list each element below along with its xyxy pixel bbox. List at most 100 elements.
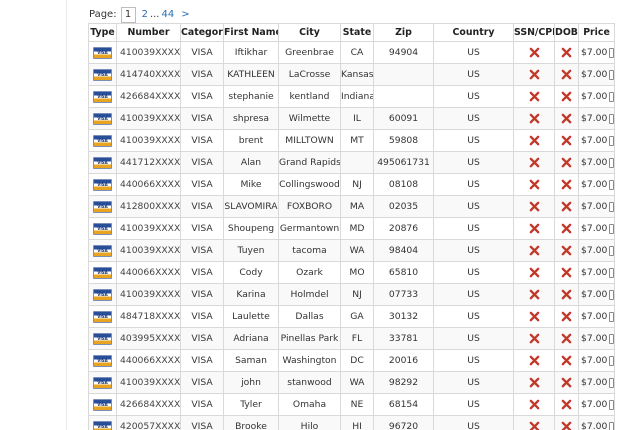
header-first-name: First Name [223,23,279,42]
cell-zip: 02035 [373,195,434,218]
visa-card-icon: VISA [93,420,112,430]
x-icon [561,179,572,190]
visa-card-icon: VISA [93,68,112,81]
cell-type: VISA [88,195,117,218]
cell-price: $7.00 [578,129,615,152]
cell-category: VISA [180,393,224,416]
cell-state: GA [340,305,374,328]
select-checkbox[interactable] [609,179,614,190]
cell-country: US [433,327,514,350]
visa-card-icon: VISA [93,376,112,389]
cell-dob [554,151,579,174]
select-checkbox[interactable] [609,223,614,234]
cell-state: MD [340,217,374,240]
x-icon [529,333,540,344]
price-value: $7.00 [581,267,608,278]
price-value: $7.00 [581,355,608,366]
price-value: $7.00 [581,179,608,190]
cell-number: 441712XXXXXX [116,151,181,174]
cell-state: MT [340,129,374,152]
cell-number: 410039XXXXXX [116,283,181,306]
cell-state: MO [340,261,374,284]
visa-card-icon: VISA [93,398,112,411]
card-brand-text: VISA [97,115,108,121]
x-icon [529,245,540,256]
pagination-current-page[interactable]: 1 [120,6,136,23]
x-icon [561,289,572,300]
cell-price: $7.00 [578,283,615,306]
select-checkbox[interactable] [609,135,614,146]
select-checkbox[interactable] [609,421,614,430]
visa-card-icon: VISA [93,310,112,323]
cell-country: US [433,85,514,108]
cell-zip: 65810 [373,261,434,284]
cell-type: VISA [88,327,117,350]
cell-city: LaCrosse [278,63,341,86]
cell-first-name: shpresa [223,107,279,130]
select-checkbox[interactable] [609,245,614,256]
cell-dob [554,195,579,218]
card-brand-text: VISA [97,247,108,253]
price-value: $7.00 [581,201,608,212]
x-icon [529,399,540,410]
cell-category: VISA [180,261,224,284]
x-icon [529,355,540,366]
pagination-next-arrow[interactable]: > [181,9,189,20]
select-checkbox[interactable] [609,399,614,410]
cell-price: $7.00 [578,371,615,394]
cell-zip: 08108 [373,173,434,196]
visa-card-icon: VISA [93,222,112,235]
select-checkbox[interactable] [609,91,614,102]
cell-zip: 94904 [373,41,434,64]
cell-dob [554,327,579,350]
select-checkbox[interactable] [609,267,614,278]
select-checkbox[interactable] [609,377,614,388]
select-checkbox[interactable] [609,47,614,58]
select-checkbox[interactable] [609,69,614,80]
cell-state: CA [340,41,374,64]
cell-number: 484718XXXXXX [116,305,181,328]
pagination-last-page-link[interactable]: 44 [162,9,175,20]
cell-first-name: Karina [223,283,279,306]
select-checkbox[interactable] [609,201,614,212]
cell-type: VISA [88,239,117,262]
cell-state: FL [340,327,374,350]
visa-card-icon: VISA [93,200,112,213]
table-row: VISA410039XXXXXXVISAshpresaWilmetteIL600… [88,107,615,130]
select-checkbox[interactable] [609,289,614,300]
price-value: $7.00 [581,47,608,58]
cell-number: 410039XXXXXX [116,239,181,262]
cell-first-name: Iftikhar [223,41,279,64]
card-brand-text: VISA [97,159,108,165]
cell-zip: 59808 [373,129,434,152]
visa-card-icon: VISA [93,90,112,103]
cell-first-name: Shoupeng [223,217,279,240]
table-row: VISA414740XXXXXXVISAKATHLEENLaCrosseKans… [88,63,615,86]
price-value: $7.00 [581,157,608,168]
select-checkbox[interactable] [609,311,614,322]
cell-zip [373,85,434,108]
visa-card-icon: VISA [93,244,112,257]
x-icon [561,311,572,322]
select-checkbox[interactable] [609,355,614,366]
header-category: Category [180,23,224,42]
cell-city: Wilmette [278,107,341,130]
cell-dob [554,371,579,394]
x-icon [561,113,572,124]
cell-category: VISA [180,107,224,130]
cell-first-name: Saman [223,349,279,372]
cell-number: 426684XXXXXX [116,85,181,108]
x-icon [529,421,540,430]
x-icon [529,311,540,322]
select-checkbox[interactable] [609,113,614,124]
x-icon [529,179,540,190]
select-checkbox[interactable] [609,333,614,344]
x-icon [561,399,572,410]
cell-state: NE [340,393,374,416]
cell-category: VISA [180,85,224,108]
select-checkbox[interactable] [609,157,614,168]
pagination-page-2-link[interactable]: 2 [142,9,148,20]
cell-number: 412800XXXXXX [116,195,181,218]
cell-dob [554,239,579,262]
price-value: $7.00 [581,377,608,388]
